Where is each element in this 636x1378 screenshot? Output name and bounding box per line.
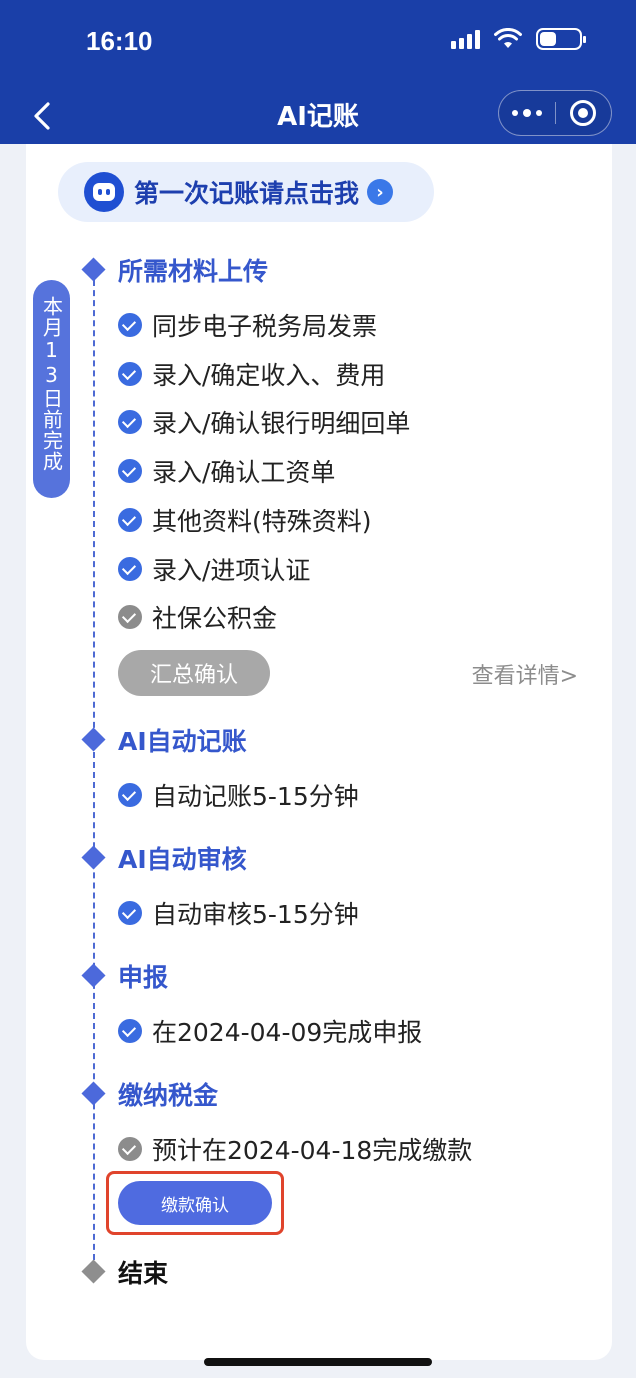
- list-item: 社保公积金: [118, 600, 277, 634]
- item-label: 在2024-04-09完成申报: [152, 1018, 423, 1047]
- list-item: 在2024-04-09完成申报: [118, 1014, 422, 1048]
- list-item: 同步电子税务局发票: [118, 308, 377, 342]
- check-icon: [118, 313, 142, 337]
- close-miniprogram-button[interactable]: [556, 100, 611, 126]
- check-icon: [118, 1137, 142, 1161]
- section-title-auto-review: AI自动审核: [118, 845, 247, 874]
- pay-confirm-button[interactable]: 缴款确认: [118, 1181, 272, 1225]
- check-icon: [118, 605, 142, 629]
- list-item: 自动记账5-15分钟: [118, 778, 359, 812]
- item-label: 录入/确认银行明细回单: [152, 409, 411, 438]
- deadline-text: 本月13日前完成: [39, 296, 64, 472]
- check-icon: [118, 410, 142, 434]
- list-item: 预计在2024-04-18完成缴款: [118, 1132, 472, 1166]
- mini-program-capsule: [498, 90, 612, 136]
- check-icon: [118, 557, 142, 581]
- item-label: 录入/进项认证: [152, 556, 311, 585]
- wifi-icon: [494, 28, 522, 48]
- status-bar: 16:10: [0, 0, 636, 88]
- battery-icon: [536, 28, 586, 50]
- first-time-guide-button[interactable]: 第一次记账请点击我 ›: [58, 162, 434, 222]
- section-title-auto-bookkeeping: AI自动记账: [118, 727, 247, 756]
- status-time: 16:10: [86, 26, 153, 56]
- chevron-right-icon: ›: [367, 179, 394, 205]
- list-item: 录入/确认工资单: [118, 454, 335, 488]
- home-indicator[interactable]: [204, 1358, 432, 1366]
- section-title-materials: 所需材料上传: [118, 257, 269, 286]
- check-icon: [118, 362, 142, 386]
- signal-icon: [451, 29, 480, 49]
- timeline-line: [93, 270, 95, 1270]
- guide-text: 第一次记账请点击我: [134, 179, 360, 208]
- check-icon: [118, 1019, 142, 1043]
- check-icon: [118, 459, 142, 483]
- section-title-pay-tax: 缴纳税金: [118, 1081, 219, 1110]
- summary-confirm-button[interactable]: 汇总确认: [118, 650, 270, 696]
- item-label: 录入/确定收入、费用: [152, 361, 386, 390]
- view-details-link[interactable]: 查看详情>: [472, 658, 578, 690]
- item-label: 自动审核5-15分钟: [152, 900, 359, 929]
- list-item: 自动审核5-15分钟: [118, 896, 359, 930]
- section-title-declare: 申报: [118, 963, 169, 992]
- item-label: 社保公积金: [152, 604, 278, 633]
- check-icon: [118, 901, 142, 925]
- deadline-badge: 本月13日前完成: [33, 280, 70, 498]
- status-icons: [451, 28, 586, 50]
- item-label: 其他资料(特殊资料): [152, 507, 372, 536]
- target-icon: [570, 100, 597, 126]
- robot-icon: [84, 172, 124, 212]
- list-item: 录入/确定收入、费用: [118, 357, 385, 391]
- list-item: 其他资料(特殊资料): [118, 503, 372, 537]
- item-label: 预计在2024-04-18完成缴款: [152, 1136, 473, 1165]
- item-label: 自动记账5-15分钟: [152, 782, 359, 811]
- item-label: 同步电子税务局发票: [152, 312, 378, 341]
- nav-bar: AI记账: [0, 88, 636, 144]
- list-item: 录入/进项认证: [118, 552, 310, 586]
- check-icon: [118, 508, 142, 532]
- section-title-end: 结束: [118, 1259, 169, 1288]
- more-icon[interactable]: [499, 108, 555, 117]
- list-item: 录入/确认银行明细回单: [118, 405, 410, 439]
- check-icon: [118, 783, 142, 807]
- item-label: 录入/确认工资单: [152, 458, 336, 487]
